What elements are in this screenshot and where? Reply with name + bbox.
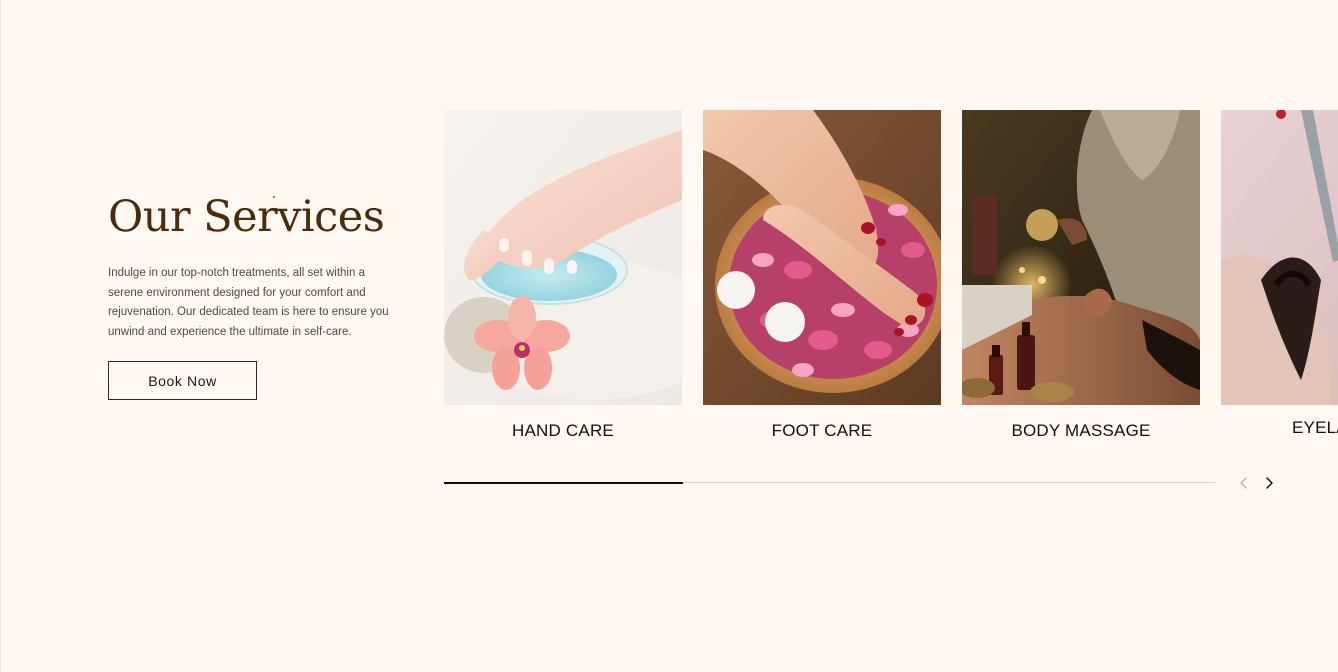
services-description: Indulge in our top-notch treatments, all…: [108, 267, 389, 338]
service-card-hand-care[interactable]: HAND CARE: [444, 110, 682, 440]
hand-care-image: [444, 110, 682, 405]
service-card-body-massage[interactable]: BODY MASSAGE: [962, 110, 1200, 440]
book-now-button[interactable]: Book Now: [108, 361, 257, 400]
service-label: BODY MASSAGE: [1011, 421, 1151, 440]
services-intro: Our Services Indulge in our top-notch tr…: [108, 190, 398, 400]
accent-dot: [273, 196, 275, 198]
service-label: HAND CARE: [512, 421, 614, 440]
page: Our Services Indulge in our top-notch tr…: [0, 0, 1338, 672]
eyelash-image: [1221, 110, 1338, 405]
carousel-next-button[interactable]: [1259, 473, 1279, 493]
service-label: FOOT CARE: [771, 421, 873, 440]
body-massage-image: [962, 110, 1200, 405]
service-card-foot-care[interactable]: FOOT CARE: [703, 110, 941, 440]
chevron-left-icon: [1240, 477, 1247, 489]
carousel-progress: [444, 481, 1215, 484]
page-title-text: Our Services: [108, 192, 385, 242]
foot-care-image: [703, 110, 941, 405]
service-card-eyelash[interactable]: EYELA: [1221, 110, 1338, 437]
carousel-prev-button[interactable]: [1234, 473, 1254, 493]
left-divider: [0, 0, 1, 672]
carousel-progress-fill: [444, 481, 683, 484]
chevron-right-icon: [1266, 477, 1273, 489]
service-label: EYELA: [1292, 418, 1338, 437]
page-title: Our Services: [108, 190, 398, 244]
